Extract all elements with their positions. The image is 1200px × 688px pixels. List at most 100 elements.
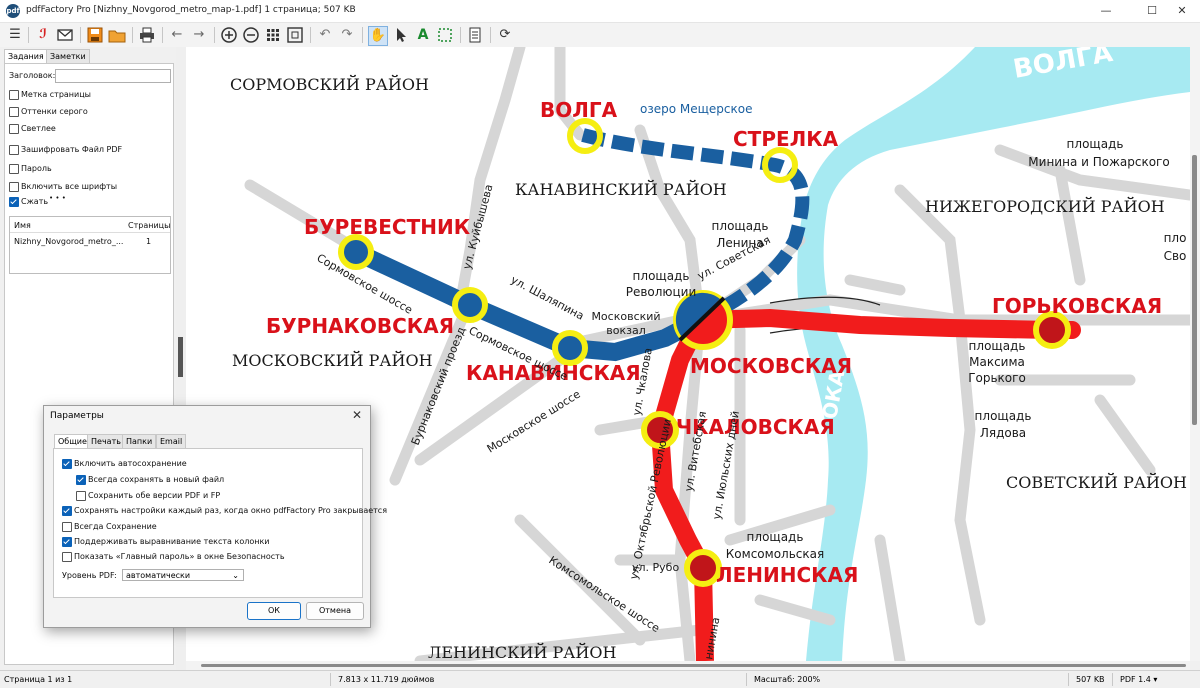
tab-jobs[interactable]: Задания: [4, 49, 48, 64]
minimize-button[interactable]: —: [1088, 2, 1124, 20]
list-header-name[interactable]: Имя: [14, 221, 31, 230]
select-arrow-icon[interactable]: [392, 26, 410, 44]
toolbar-separator: [490, 27, 491, 43]
toolbar-separator: [162, 27, 163, 43]
grayscale-checkbox[interactable]: [9, 107, 19, 117]
place-label: площадь: [712, 219, 769, 233]
hand-tool-icon[interactable]: ✋: [368, 26, 388, 46]
lighter-label: Светлее: [21, 124, 56, 133]
both-versions-checkbox[interactable]: [76, 491, 86, 501]
password-label: Пароль: [21, 164, 52, 173]
vertical-scrollbar[interactable]: [1190, 47, 1200, 661]
header-label: Заголовок:: [9, 71, 56, 80]
print-icon[interactable]: [138, 26, 156, 44]
compress-label: Сжать: [21, 197, 49, 206]
station-label-burnakovskaya: БУРНАКОВСКАЯ: [266, 314, 454, 338]
place-label: площадь: [975, 409, 1032, 423]
autosave-label: Включить автосохранение: [74, 459, 187, 468]
toolbar-separator: [132, 27, 133, 43]
place-label: Минина и Пожарского: [1028, 155, 1169, 169]
password-checkbox[interactable]: [9, 164, 19, 174]
splitter-grip[interactable]: [178, 337, 183, 377]
dialog-close-icon[interactable]: ✕: [352, 408, 362, 422]
close-button[interactable]: ✕: [1164, 2, 1200, 20]
save-icon[interactable]: [86, 26, 104, 44]
email-icon[interactable]: [56, 26, 74, 44]
status-separator: [746, 673, 747, 686]
tab-notes[interactable]: Заметки: [46, 49, 90, 64]
tab-email[interactable]: Email: [156, 434, 187, 448]
encrypt-checkbox[interactable]: [9, 145, 19, 155]
list-item-name[interactable]: Nizhny_Novgorod_metro_...: [14, 237, 123, 246]
place-label: Горького: [968, 371, 1026, 385]
district-kanavinsky: КАНАВИНСКИЙ РАЙОН: [515, 179, 727, 199]
marquee-select-icon[interactable]: [436, 26, 454, 44]
pdf-version-dropdown[interactable]: PDF 1.4 ▾: [1120, 675, 1157, 684]
pdf-level-label: Уровень PDF:: [62, 571, 117, 580]
status-file-size: 507 KB: [1076, 675, 1105, 684]
status-separator: [1068, 673, 1069, 686]
menu-icon[interactable]: ☰: [6, 26, 24, 44]
ok-button[interactable]: ОК: [247, 602, 301, 620]
toolbar-separator: [28, 27, 29, 43]
master-password-label: Показать «Главный пароль» в окне Безопас…: [74, 552, 285, 561]
toolbar-separator: [460, 27, 461, 43]
cancel-button[interactable]: Отмена: [306, 602, 364, 620]
tab-general[interactable]: Общие: [54, 434, 91, 449]
list-divider: [10, 232, 170, 233]
header-input[interactable]: [55, 69, 171, 83]
save-settings-checkbox[interactable]: [62, 506, 72, 516]
parameters-dialog: Параметры ✕ Общие Печать Папки Email Вкл…: [43, 405, 387, 628]
open-folder-icon[interactable]: [108, 26, 126, 44]
status-zoom: Масштаб: 200%: [754, 675, 821, 684]
text-tool-icon[interactable]: A: [414, 26, 432, 44]
save-settings-label: Сохранять настройки каждый раз, когда ок…: [74, 506, 388, 515]
thumbnails-icon[interactable]: [264, 26, 282, 44]
embed-fonts-checkbox[interactable]: [9, 182, 19, 192]
vertical-scroll-thumb[interactable]: [1192, 155, 1197, 425]
place-label: Максима: [969, 355, 1025, 369]
district-leninsky: ЛЕНИНСКИЙ РАЙОН: [428, 642, 616, 661]
place-label: Московский: [591, 310, 660, 323]
tab-folders[interactable]: Папки: [122, 434, 157, 448]
chevron-down-icon: ⌄: [232, 571, 239, 580]
place-label: Революции: [626, 285, 697, 299]
horizontal-scrollbar[interactable]: [186, 661, 1190, 670]
job-list: Имя Страницы Nizhny_Novgorod_metro_... 1: [9, 216, 171, 274]
place-label: площадь: [747, 530, 804, 544]
toolbar-separator: [310, 27, 311, 43]
place-label: вокзал: [606, 324, 645, 337]
horizontal-scroll-thumb[interactable]: [201, 664, 1186, 667]
place-label: пло: [1164, 231, 1187, 245]
forward-arrow-icon[interactable]: →: [190, 26, 208, 44]
toolbar-separator: [80, 27, 81, 43]
station-label-volga: ВОЛГА: [540, 98, 618, 122]
back-arrow-icon[interactable]: ←: [168, 26, 186, 44]
pdf-icon[interactable]: ℐ: [34, 26, 52, 44]
pdf-level-select[interactable]: автоматически ⌄: [122, 569, 244, 581]
always-save-label: Всегда Сохранение: [74, 522, 157, 531]
lighter-checkbox[interactable]: [9, 124, 19, 134]
compress-more-button[interactable]: • • •: [49, 194, 66, 202]
page-stamp-checkbox[interactable]: [9, 90, 19, 100]
tab-print[interactable]: Печать: [87, 434, 125, 448]
undo-icon[interactable]: ↶: [316, 26, 334, 44]
zoom-out-icon[interactable]: [242, 26, 260, 44]
new-file-checkbox[interactable]: [76, 475, 86, 485]
district-sormovsky: СОРМОВСКИЙ РАЙОН: [230, 74, 429, 94]
column-align-checkbox[interactable]: [62, 537, 72, 547]
fit-page-icon[interactable]: [286, 26, 304, 44]
document-icon[interactable]: [466, 26, 484, 44]
general-settings-panel: Включить автосохранение Всегда сохранять…: [53, 448, 387, 598]
autosave-checkbox[interactable]: [62, 459, 72, 469]
refresh-icon[interactable]: ⟳: [496, 26, 514, 44]
compress-checkbox[interactable]: [9, 197, 19, 207]
zoom-in-icon[interactable]: [220, 26, 238, 44]
street-label: ул. Рубо: [632, 561, 679, 574]
redo-icon[interactable]: ↷: [338, 26, 356, 44]
station-label-burevestnik: БУРЕВЕСТНИК: [304, 215, 471, 239]
list-header-pages[interactable]: Страницы: [128, 221, 170, 230]
lake-label: озеро Мещерское: [640, 102, 753, 116]
always-save-checkbox[interactable]: [62, 522, 72, 532]
master-password-checkbox[interactable]: [62, 552, 72, 562]
